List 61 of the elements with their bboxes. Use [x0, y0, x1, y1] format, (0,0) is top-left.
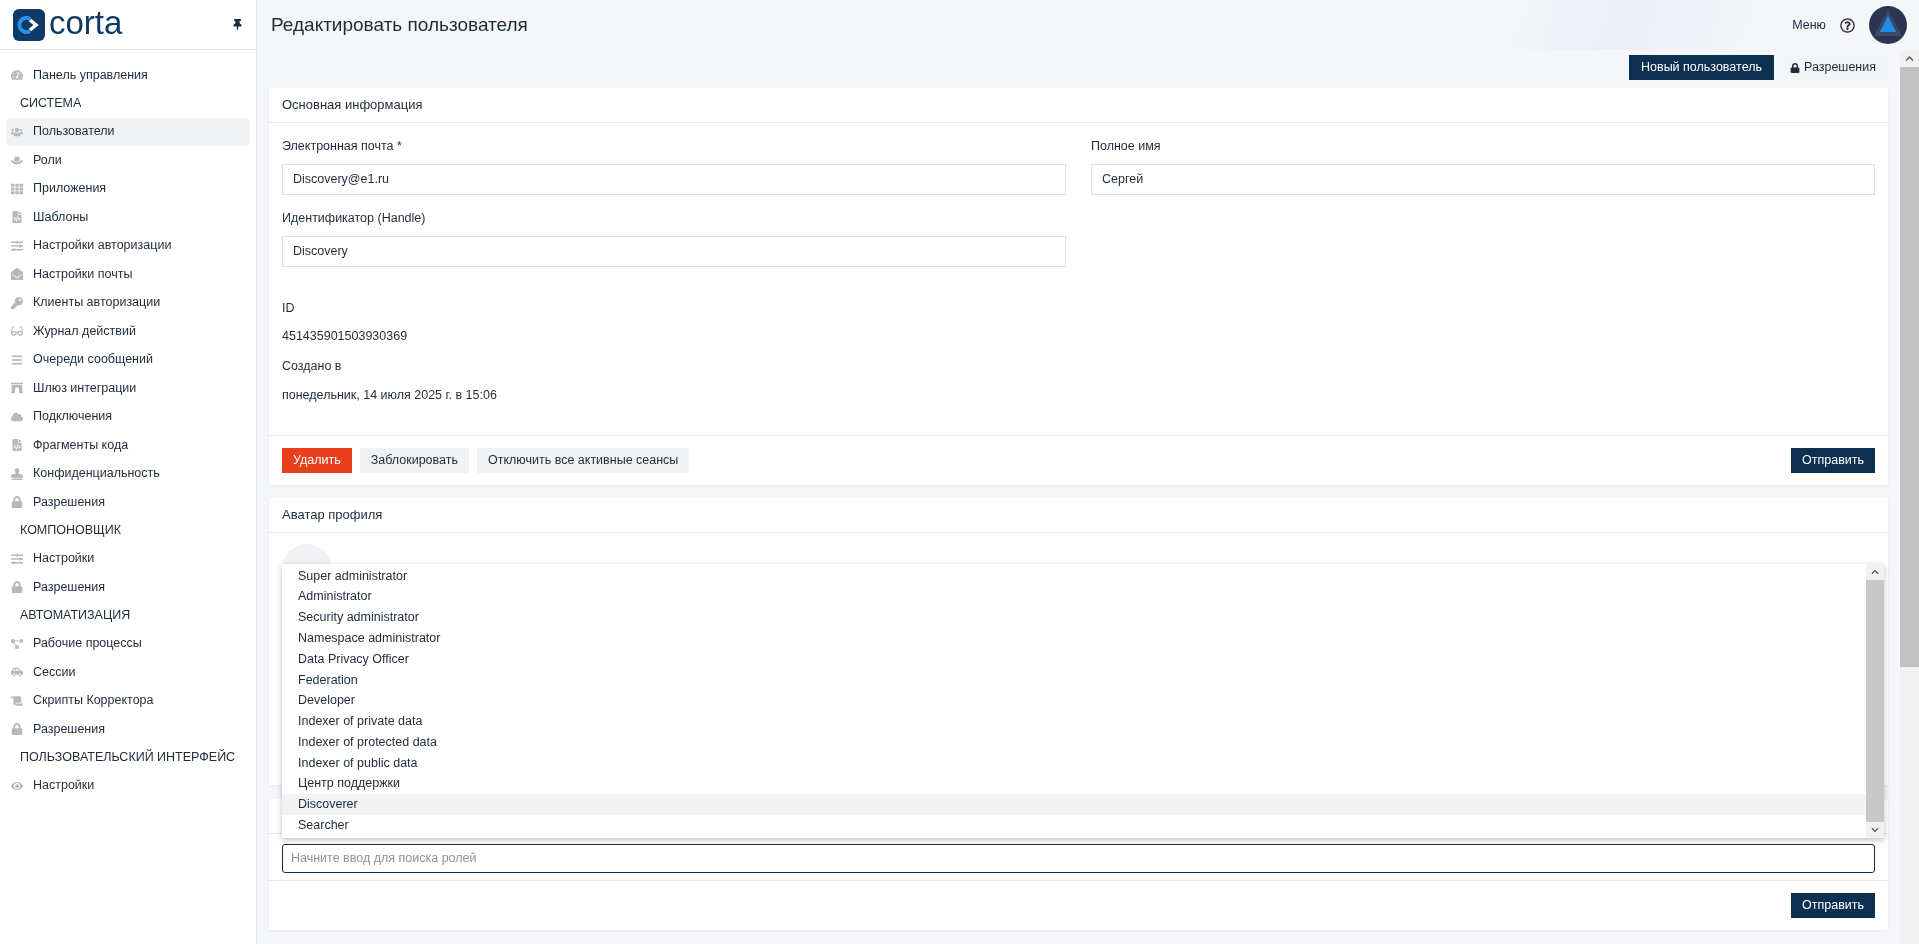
field-label: Идентификатор (Handle): [282, 209, 427, 227]
detail-label: ID: [282, 299, 296, 317]
field-label: Полное имя: [1091, 138, 1162, 155]
sidebar-item[interactable]: Рабочие процессы: [6, 629, 250, 658]
role-search-field[interactable]: Начните ввод для поиска ролей: [282, 843, 1875, 873]
action-button[interactable]: Отключить все активные сеансы: [477, 447, 690, 473]
dropdown-option[interactable]: Indexer of protected data: [282, 731, 1866, 753]
sidebar-item[interactable]: Разрешения: [6, 488, 250, 517]
new-user-button[interactable]: Новый пользователь: [1629, 55, 1774, 80]
sidebar-item[interactable]: Настройки почты: [6, 260, 250, 289]
sidebar-item[interactable]: Подключения: [6, 402, 250, 431]
dropdown-option[interactable]: Searcher: [282, 815, 1866, 836]
sidebar-item[interactable]: Клиенты авторизации: [6, 288, 250, 317]
menu-link[interactable]: Меню: [1792, 15, 1826, 35]
section-heading: ПОЛЬЗОВАТЕЛЬСКИЙ ИНТЕРФЕЙС: [20, 748, 236, 767]
sidebar-item[interactable]: Конфиденциальность: [6, 459, 250, 488]
section-heading: АВТОМАТИЗАЦИЯ: [20, 607, 131, 625]
sidebar-item[interactable]: Шаблоны: [6, 203, 250, 232]
sidebar-item[interactable]: Журнал действий: [6, 317, 250, 346]
detail-value: понедельник, 14 июля 2025 г. в 15:06: [282, 386, 498, 404]
section-heading: КОМПОНОВЩИК: [20, 522, 122, 540]
sidebar-item[interactable]: Панель управления: [6, 61, 250, 90]
page-title: Редактировать пользователя: [271, 12, 528, 37]
dropdown-option[interactable]: Security administrator: [282, 607, 1866, 628]
card-title: Аватар профиля: [282, 505, 383, 524]
text-field[interactable]: Сергей: [1091, 163, 1875, 195]
sidebar-item[interactable]: Скрипты Корректора: [6, 686, 250, 715]
detail-label: Создано в: [282, 358, 343, 375]
section-heading: СИСТЕМА: [20, 95, 82, 113]
sidebar-item[interactable]: Роли: [6, 146, 250, 175]
submit-button[interactable]: Отправить: [1791, 447, 1875, 473]
dropdown-option[interactable]: Super administrator: [282, 565, 1866, 587]
dropdown-option[interactable]: Developer: [282, 690, 1866, 712]
sidebar-item[interactable]: Разрешения: [6, 715, 250, 744]
action-button[interactable]: Заблокировать: [359, 447, 469, 473]
sidebar-item[interactable]: Сессии: [6, 658, 250, 687]
sidebar-item[interactable]: Настройки авторизации: [6, 231, 250, 260]
sidebar-item[interactable]: Настройки: [6, 771, 250, 800]
submit-button[interactable]: Отправить: [1791, 892, 1875, 918]
text-field[interactable]: Discovery: [282, 235, 1066, 267]
sidebar-item[interactable]: Разрешения: [6, 573, 250, 602]
sidebar-item[interactable]: Приложения: [6, 174, 250, 203]
field-label: Электронная почта *: [282, 138, 403, 155]
sidebar-item[interactable]: Настройки: [6, 544, 250, 573]
dropdown-option[interactable]: Federation: [282, 669, 1866, 691]
logo-text: corta: [49, 6, 123, 43]
dropdown-option[interactable]: Discoverer: [282, 794, 1866, 816]
action-button[interactable]: Удалить: [282, 447, 352, 473]
sidebar-item[interactable]: Очереди сообщений: [6, 345, 250, 374]
dropdown-option[interactable]: Administrator: [282, 586, 1866, 608]
dropdown-option[interactable]: Центр поддержки: [282, 773, 1866, 795]
text-field[interactable]: Discovery@e1.ru: [282, 163, 1066, 195]
dropdown-option[interactable]: Data Privacy Officer: [282, 648, 1866, 670]
sidebar-item[interactable]: Шлюз интеграции: [6, 374, 250, 403]
dropdown-option[interactable]: Namespace administrator: [282, 627, 1866, 649]
card-title: Основная информация: [282, 96, 423, 115]
detail-value: 451435901503930369: [282, 328, 409, 346]
dropdown-option[interactable]: Indexer of public data: [282, 752, 1866, 774]
sidebar-item[interactable]: Пользователи: [6, 117, 250, 146]
sidebar-item[interactable]: Фрагменты кода: [6, 431, 250, 460]
dropdown-option[interactable]: Indexer of private data: [282, 711, 1866, 732]
